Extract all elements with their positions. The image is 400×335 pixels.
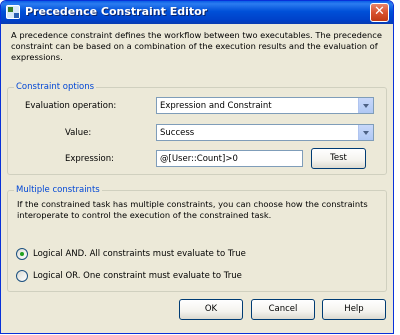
chevron-down-icon[interactable]: [358, 98, 373, 113]
dialog-window: Precedence Constraint Editor ✕ A precede…: [0, 0, 394, 334]
logical-or-option[interactable]: Logical OR. One constraint must evaluate…: [16, 270, 316, 282]
expression-input[interactable]: @[User::Count]>0: [156, 150, 303, 167]
multiple-constraints-group: Multiple constraints If the constrained …: [7, 185, 387, 292]
multiple-constraints-description: If the constrained task has multiple con…: [17, 199, 368, 220]
evaluation-operation-label: Evaluation operation:: [25, 101, 117, 111]
multiple-constraints-legend: Multiple constraints: [14, 185, 102, 195]
logical-and-radio[interactable]: [16, 248, 28, 260]
constraint-editor-icon: [6, 5, 20, 19]
window-title: Precedence Constraint Editor: [25, 5, 208, 18]
logical-or-radio[interactable]: [16, 270, 28, 282]
value-label: Value:: [65, 128, 92, 138]
evaluation-operation-dropdown[interactable]: Expression and Constraint: [156, 97, 374, 114]
evaluation-operation-value: Expression and Constraint: [160, 101, 272, 111]
chevron-down-icon[interactable]: [358, 125, 373, 140]
expression-label: Expression:: [65, 154, 115, 164]
expression-value: @[User::Count]>0: [160, 154, 238, 164]
dialog-description: A precedence constraint defines the work…: [11, 30, 382, 62]
help-button[interactable]: Help: [322, 299, 386, 320]
value-selected: Success: [160, 128, 195, 138]
test-button[interactable]: Test: [311, 148, 366, 169]
constraint-options-group: Constraint options Evaluation operation:…: [7, 82, 387, 175]
logical-and-option[interactable]: Logical AND. All constraints must evalua…: [16, 248, 316, 260]
logical-or-label: Logical OR. One constraint must evaluate…: [33, 271, 242, 281]
close-button[interactable]: ✕: [370, 3, 389, 22]
title-bar[interactable]: Precedence Constraint Editor ✕: [1, 1, 393, 24]
value-dropdown[interactable]: Success: [156, 124, 374, 141]
ok-button[interactable]: OK: [179, 299, 243, 320]
logical-and-label: Logical AND. All constraints must evalua…: [33, 249, 246, 259]
close-icon: ✕: [374, 4, 385, 19]
cancel-button[interactable]: Cancel: [251, 299, 315, 320]
constraint-options-legend: Constraint options: [14, 82, 97, 92]
